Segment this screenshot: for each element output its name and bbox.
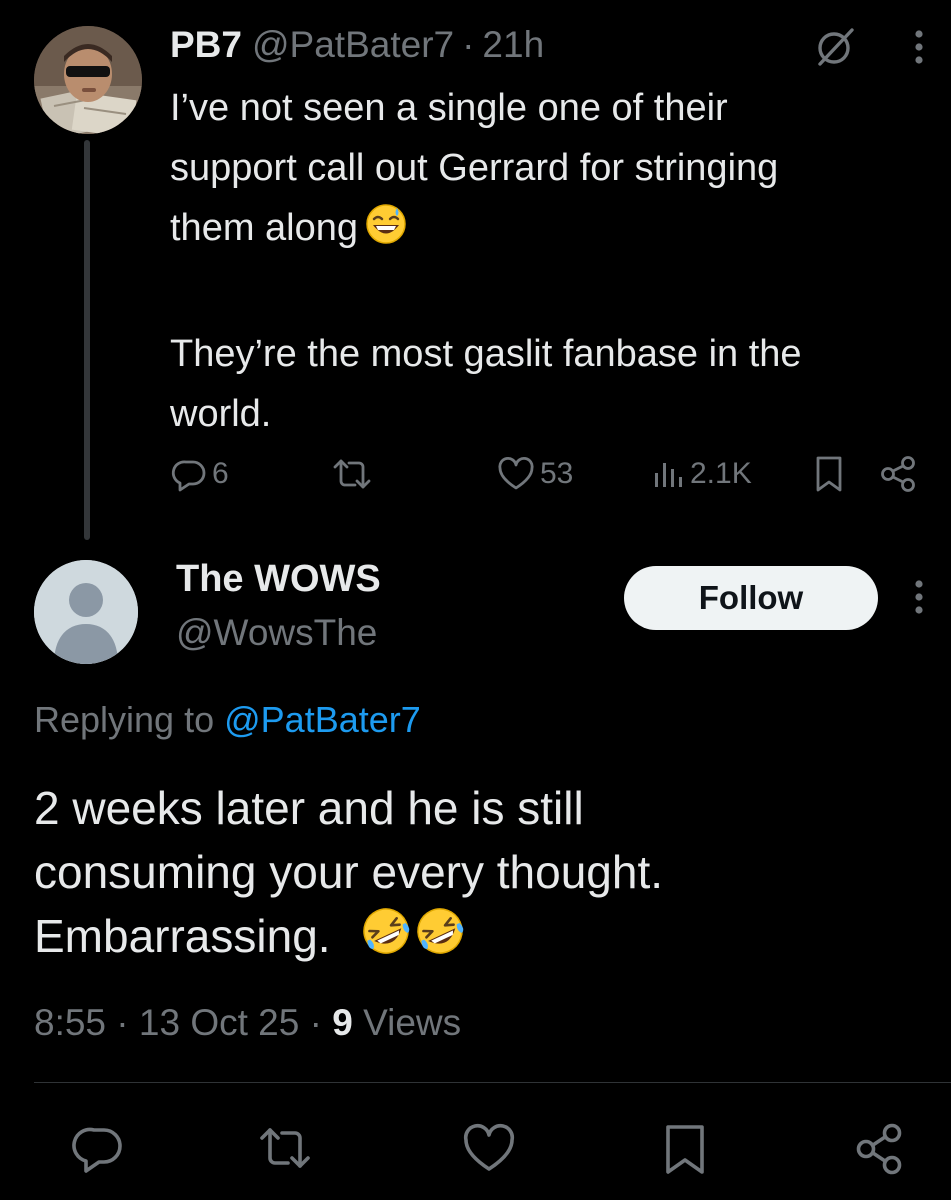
profile-photo: [34, 26, 142, 134]
tweet-line: them along: [170, 198, 940, 264]
like-button[interactable]: [460, 1120, 518, 1183]
share-icon: [856, 1123, 902, 1175]
tweet-line: consuming your every thought.: [34, 846, 664, 898]
user-handle[interactable]: @WowsThe: [176, 610, 377, 656]
separator-dot: ·: [309, 1002, 322, 1043]
repost-icon: [333, 459, 371, 489]
reply-tweet-text: 2 weeks later and he is still consuming …: [34, 776, 914, 974]
reply-count-button[interactable]: 6: [170, 454, 229, 494]
thread-connector-line: [84, 140, 90, 540]
rolling-on-the-floor-laughing-emoji: [359, 904, 413, 974]
user-handle[interactable]: @PatBater7: [252, 24, 454, 66]
replying-to-link[interactable]: @PatBater7: [224, 699, 421, 740]
separator-dot: ·: [462, 24, 475, 65]
reply-button[interactable]: [70, 1120, 128, 1183]
tweet-line-text: Embarrassing.: [34, 910, 331, 962]
tweet-line: 2 weeks later and he is still: [34, 782, 584, 834]
post-date[interactable]: 13 Oct 25: [139, 1002, 299, 1043]
follow-button[interactable]: Follow: [624, 566, 878, 630]
heart-icon: [498, 456, 534, 490]
view-count: 2.1K: [690, 457, 752, 490]
tweet-line: I’ve not seen a single one of their: [170, 87, 728, 129]
timestamp[interactable]: 21h: [482, 24, 544, 66]
share-button[interactable]: [878, 454, 922, 494]
bookmark-icon: [816, 456, 842, 492]
share-icon: [881, 456, 915, 492]
tweet-line: Embarrassing.: [34, 904, 914, 974]
display-name[interactable]: The WOWS: [176, 556, 381, 602]
heart-icon: [463, 1123, 515, 1171]
separator-dot: ·: [116, 1002, 129, 1043]
avatar[interactable]: [34, 26, 142, 134]
reply-count: 6: [212, 457, 229, 490]
analytics-icon: [655, 463, 682, 487]
tweet-meta: 8:55 · 13 Oct 25 · 9 Views: [34, 1000, 461, 1046]
repost-icon: [260, 1128, 310, 1168]
grok-icon[interactable]: [812, 24, 858, 70]
repost-button[interactable]: [330, 454, 378, 494]
display-name[interactable]: PB7: [170, 24, 242, 66]
parent-tweet-header: PB7 @PatBater7 · 21h: [170, 20, 544, 70]
post-time[interactable]: 8:55: [34, 1002, 106, 1043]
bookmark-icon: [666, 1125, 704, 1174]
share-button[interactable]: [852, 1120, 910, 1183]
default-profile-icon: [34, 560, 138, 664]
like-count: 53: [540, 457, 574, 490]
reply-icon: [72, 1127, 122, 1173]
tweet-line: support call out Gerrard for stringing: [170, 147, 779, 189]
views-count: 9: [332, 1002, 353, 1043]
views-label: Views: [363, 1002, 462, 1043]
grinning-face-with-sweat-emoji: [364, 202, 408, 264]
tweet-line: world.: [170, 393, 272, 435]
bookmark-button[interactable]: [656, 1120, 714, 1183]
rolling-on-the-floor-laughing-emoji: [413, 904, 467, 974]
reply-icon: [171, 460, 206, 492]
like-button[interactable]: 53: [496, 454, 573, 494]
replying-prefix: Replying to: [34, 699, 215, 740]
parent-tweet-text: I’ve not seen a single one of their supp…: [170, 78, 940, 444]
more-options-icon[interactable]: [904, 24, 934, 70]
avatar[interactable]: [34, 560, 138, 664]
replying-to: Replying to @PatBater7: [34, 697, 421, 743]
bookmark-button[interactable]: [812, 454, 846, 494]
repost-button[interactable]: [256, 1120, 314, 1183]
more-options-icon[interactable]: [904, 574, 934, 620]
tweet-line: They’re the most gaslit fanbase in the: [170, 333, 802, 375]
tweet-line-text: them along: [170, 207, 359, 249]
views-button[interactable]: 2.1K: [652, 454, 752, 494]
divider: [34, 1082, 951, 1083]
